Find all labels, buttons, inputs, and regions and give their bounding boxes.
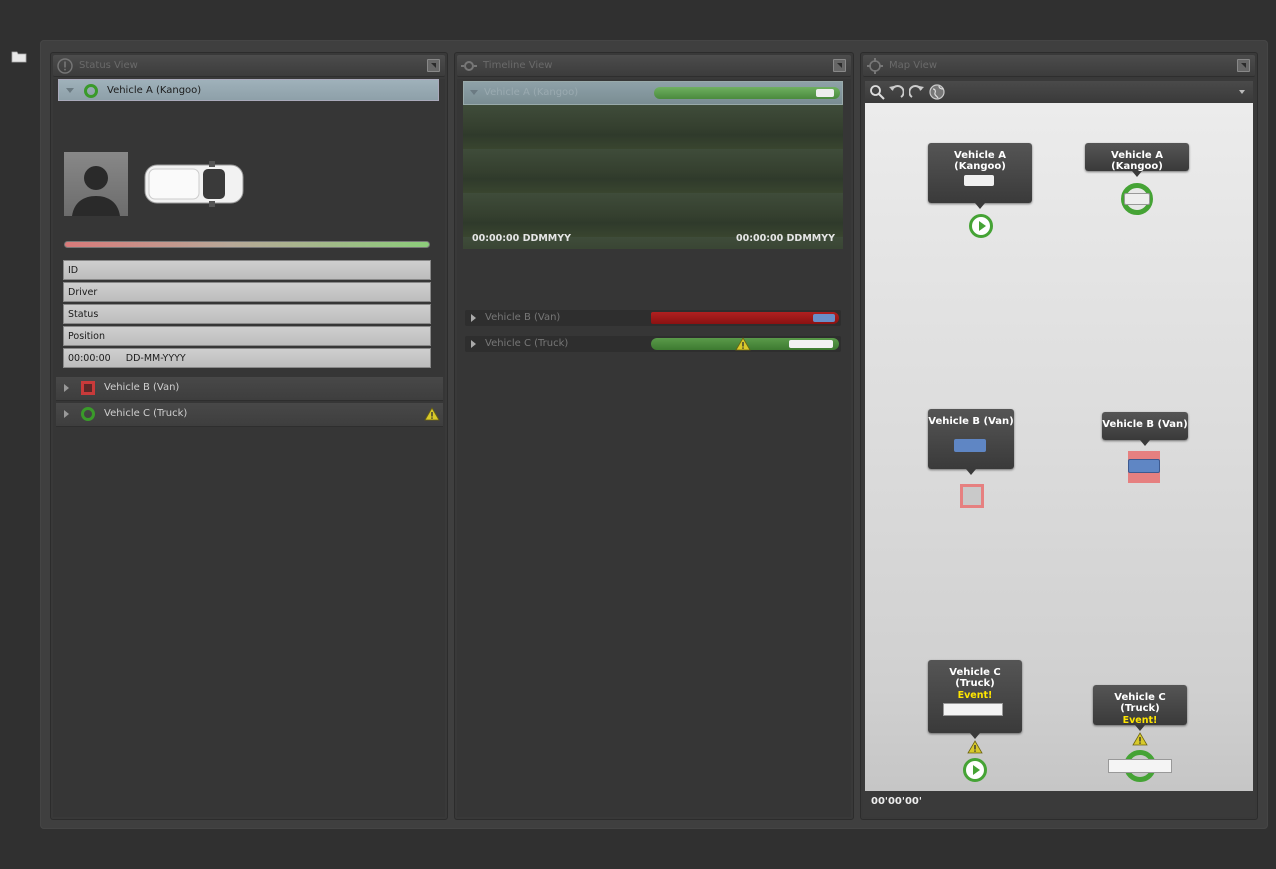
health-bar xyxy=(64,241,430,248)
callout-label: Vehicle B (Van) xyxy=(1102,419,1188,430)
globe-icon[interactable] xyxy=(929,84,945,100)
van-icon xyxy=(816,89,834,97)
map-callout-vehicle-b[interactable]: Vehicle B (Van) xyxy=(928,409,1014,475)
map-time-readout: 00'00'00' xyxy=(865,791,1253,813)
status-row-vehicle-c[interactable]: Vehicle C (Truck) xyxy=(56,403,443,427)
timeline-label: Vehicle B (Van) xyxy=(485,312,561,323)
timeline-end-time: 00:00:00 DDMMYY xyxy=(735,233,835,244)
callout-label: Vehicle C (Truck) xyxy=(949,667,1001,689)
expand-icon[interactable] xyxy=(471,314,476,322)
truck-icon xyxy=(1108,759,1172,773)
map-marker-play-icon[interactable] xyxy=(969,214,993,238)
map-marker-alert-square[interactable] xyxy=(960,484,984,508)
collapse-icon[interactable] xyxy=(66,88,74,93)
callout-label: Vehicle B (Van) xyxy=(928,416,1014,427)
status-row-vehicle-b[interactable]: Vehicle B (Van) xyxy=(56,377,443,401)
dashboard-container: Status View Vehicle A (Kangoo) ID Driver xyxy=(40,40,1268,829)
collapse-icon[interactable] xyxy=(470,90,478,95)
map-callout-vehicle-a[interactable]: Vehicle A (Kangoo) xyxy=(928,143,1032,209)
driver-avatar xyxy=(64,152,128,216)
map-marker-play-icon[interactable] xyxy=(963,758,987,782)
field-status: Status xyxy=(63,304,431,324)
vehicle-label: Vehicle A (Kangoo) xyxy=(107,85,202,96)
warning-icon xyxy=(735,337,751,351)
van-icon xyxy=(1128,459,1160,473)
map-marker-ok-ring[interactable] xyxy=(1121,183,1153,215)
callout-label: Vehicle A (Kangoo) xyxy=(1111,150,1163,172)
timeline-bar[interactable] xyxy=(651,337,839,351)
field-id: ID xyxy=(63,260,431,280)
timeline-label: Vehicle A (Kangoo) xyxy=(484,87,579,98)
status-view-header: Status View xyxy=(53,55,445,77)
maximize-icon[interactable] xyxy=(833,59,846,72)
undo-icon[interactable] xyxy=(888,84,904,100)
timeline-row-vehicle-a[interactable]: Vehicle A (Kangoo) xyxy=(463,81,843,105)
map-marker-alert-filled[interactable] xyxy=(1128,451,1160,483)
map-crosshair-icon xyxy=(867,58,883,74)
truck-icon xyxy=(943,703,1003,716)
map-canvas[interactable]: Vehicle A (Kangoo) Vehicle A (Kangoo) Ve… xyxy=(865,103,1253,791)
timeline-track-area[interactable]: 00:00:00 DDMMYY 00:00:00 DDMMYY xyxy=(463,105,843,249)
map-toolbar xyxy=(865,81,1253,103)
expand-icon[interactable] xyxy=(471,340,476,348)
timeline-view-body: Vehicle A (Kangoo) 00:00:00 DDMMYY 00:00… xyxy=(457,79,851,817)
alert-circle-icon xyxy=(57,58,73,74)
timeline-icon xyxy=(461,61,477,71)
vehicle-image xyxy=(144,161,244,207)
timeline-label: Vehicle C (Truck) xyxy=(485,338,569,349)
map-callout-vehicle-a-right[interactable]: Vehicle A (Kangoo) xyxy=(1085,143,1189,177)
timeline-view-header: Timeline View xyxy=(457,55,851,77)
vehicle-label: Vehicle C (Truck) xyxy=(104,408,188,419)
kangoo-icon xyxy=(964,175,994,186)
timeline-start-time: 00:00:00 DDMMYY xyxy=(472,233,572,244)
callout-label: Vehicle A (Kangoo) xyxy=(954,150,1006,172)
status-view-panel: Status View Vehicle A (Kangoo) ID Driver xyxy=(50,52,448,820)
map-view-body: Vehicle A (Kangoo) Vehicle A (Kangoo) Ve… xyxy=(863,79,1255,817)
timeline-row-vehicle-c[interactable]: Vehicle C (Truck) xyxy=(465,336,841,352)
timeline-row-vehicle-b[interactable]: Vehicle B (Van) xyxy=(465,310,841,326)
field-driver: Driver xyxy=(63,282,431,302)
status-row-vehicle-a[interactable]: Vehicle A (Kangoo) xyxy=(58,79,439,101)
field-position: Position xyxy=(63,326,431,346)
maximize-icon[interactable] xyxy=(427,59,440,72)
map-callout-vehicle-c[interactable]: Vehicle C (Truck) Event! xyxy=(928,660,1022,739)
vehicle-label: Vehicle B (Van) xyxy=(104,382,180,393)
map-callout-vehicle-c-right[interactable]: Vehicle C (Truck) Event! xyxy=(1093,685,1187,731)
status-ok-icon xyxy=(81,407,95,421)
status-alert-icon xyxy=(81,381,95,395)
expand-icon[interactable] xyxy=(64,384,69,392)
timeline-bar[interactable] xyxy=(651,312,839,324)
status-view-body: Vehicle A (Kangoo) ID Driver Status Posi… xyxy=(53,79,445,817)
status-view-title: Status View xyxy=(79,60,138,71)
map-callout-vehicle-b-right[interactable]: Vehicle B (Van) xyxy=(1102,412,1188,446)
event-label: Event! xyxy=(957,690,993,701)
search-icon[interactable] xyxy=(869,84,885,100)
truck-icon xyxy=(789,340,833,348)
callout-label: Vehicle C (Truck) xyxy=(1114,692,1166,714)
folder-icon[interactable] xyxy=(11,50,27,63)
field-datetime: 00:00:00 DD-MM-YYYY xyxy=(63,348,431,368)
warning-icon xyxy=(424,407,440,421)
map-view-panel: Map View Vehicle A (Kangoo) Vehicle A (K… xyxy=(860,52,1258,820)
maximize-icon[interactable] xyxy=(1237,59,1250,72)
kangoo-icon xyxy=(1124,193,1150,205)
map-view-header: Map View xyxy=(863,55,1255,77)
map-view-title: Map View xyxy=(889,60,938,71)
van-icon xyxy=(954,439,986,452)
timeline-view-title: Timeline View xyxy=(483,60,553,71)
redo-icon[interactable] xyxy=(909,84,925,100)
dropdown-arrow-icon[interactable] xyxy=(1239,90,1245,94)
warning-icon xyxy=(967,740,983,754)
expand-icon[interactable] xyxy=(64,410,69,418)
timeline-view-panel: Timeline View Vehicle A (Kangoo) 00:00:0… xyxy=(454,52,854,820)
timeline-bar[interactable] xyxy=(654,87,840,99)
van-icon xyxy=(813,314,835,322)
warning-icon xyxy=(1132,732,1148,746)
status-ok-icon xyxy=(84,84,98,98)
event-label: Event! xyxy=(1122,715,1158,726)
